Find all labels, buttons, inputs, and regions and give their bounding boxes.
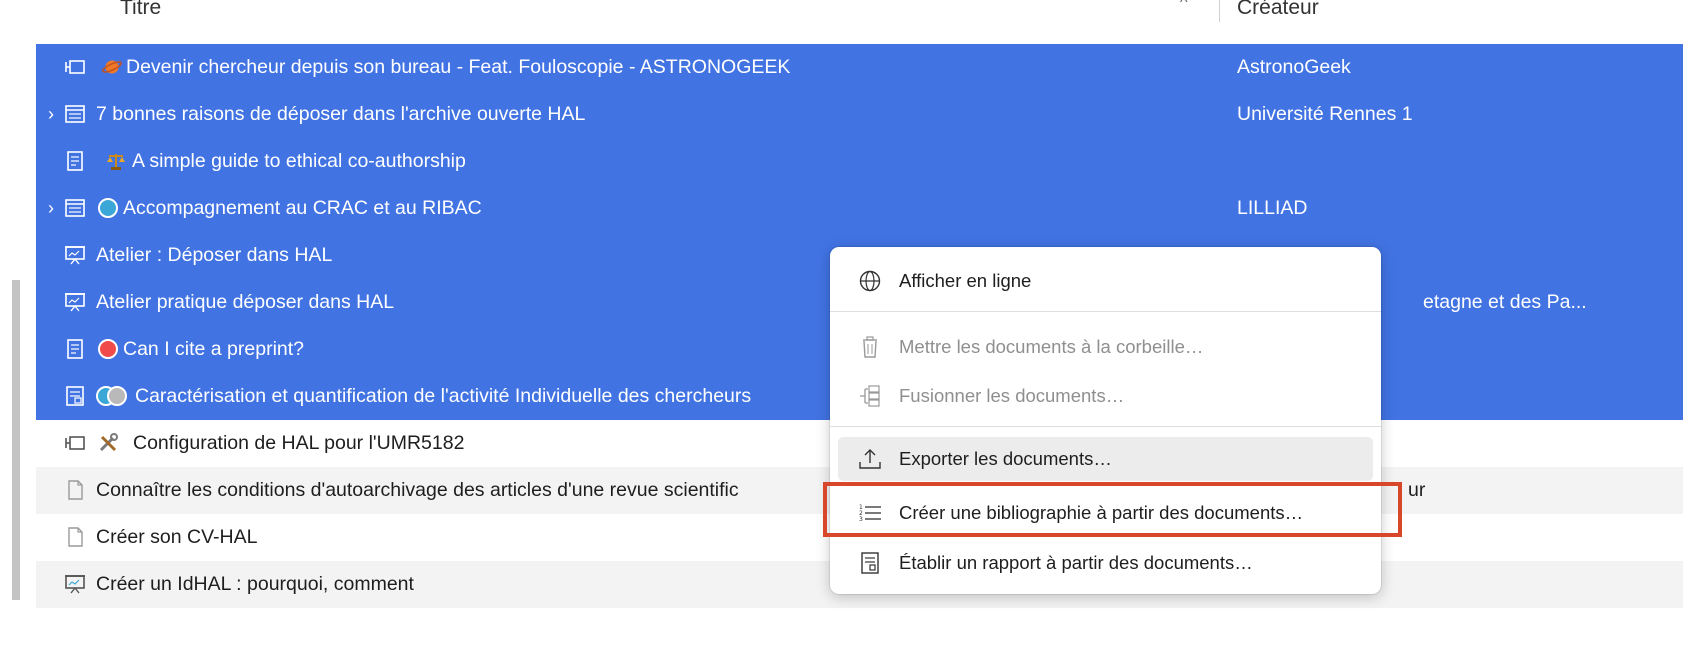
menu-item-move-to-trash[interactable]: Mettre les documents à la corbeille… bbox=[838, 325, 1373, 369]
export-icon bbox=[859, 449, 881, 469]
merge-icon bbox=[860, 385, 880, 407]
menu-item-label: Fusionner les documents… bbox=[899, 385, 1125, 406]
row-title: Configuration de HAL pour l'UMR5182 bbox=[133, 432, 465, 454]
blank-page-icon bbox=[68, 480, 83, 500]
row-title: 7 bonnes raisons de déposer dans l'archi… bbox=[96, 103, 586, 125]
row-title: Caractérisation et quantification de l'a… bbox=[135, 385, 752, 407]
menu-divider bbox=[830, 426, 1381, 427]
menu-item-merge-items[interactable]: Fusionner les documents… bbox=[838, 374, 1373, 418]
menu-item-label: Mettre les documents à la corbeille… bbox=[899, 336, 1204, 357]
row-title: Atelier : Déposer dans HAL bbox=[96, 244, 333, 266]
expand-chevron-icon[interactable]: › bbox=[44, 185, 58, 232]
presentation-icon bbox=[65, 575, 85, 594]
row-creator: Université Rennes 1 bbox=[1237, 103, 1413, 125]
menu-item-generate-report[interactable]: Établir un rapport à partir des document… bbox=[838, 541, 1373, 585]
presentation-icon bbox=[65, 246, 85, 265]
report-icon bbox=[66, 386, 84, 406]
left-pane-scrollbar[interactable] bbox=[12, 0, 20, 656]
red-tag-dot bbox=[98, 339, 118, 359]
menu-divider bbox=[830, 311, 1381, 312]
blank-page-icon bbox=[68, 527, 83, 547]
document-icon bbox=[67, 151, 83, 171]
presentation-icon bbox=[65, 293, 85, 312]
scales-emoji bbox=[107, 154, 125, 170]
webpage-icon bbox=[65, 105, 85, 123]
scrollbar-thumb[interactable] bbox=[12, 280, 20, 600]
table-row[interactable]: › 7 bonnes raisons de déposer dans l'arc… bbox=[36, 91, 1683, 138]
expand-chevron-icon[interactable]: › bbox=[44, 91, 58, 138]
planet-emoji bbox=[102, 60, 122, 74]
row-creator: LILLIAD bbox=[1237, 197, 1308, 219]
document-icon bbox=[67, 339, 83, 359]
column-title[interactable]: Titre bbox=[120, 0, 161, 20]
menu-item-label: Établir un rapport à partir des document… bbox=[899, 552, 1253, 573]
context-menu: Afficher en ligne Mettre les documents à… bbox=[830, 247, 1381, 594]
table-row[interactable]: › Accompagnement au CRAC et au RIBAC LIL… bbox=[36, 185, 1683, 232]
column-separator[interactable] bbox=[1219, 0, 1220, 22]
row-title: Atelier pratique déposer dans HAL bbox=[96, 291, 395, 313]
table-row[interactable]: Devenir chercheur depuis son bureau - Fe… bbox=[36, 44, 1683, 91]
menu-item-label: Afficher en ligne bbox=[899, 270, 1032, 291]
grey-tag-dot bbox=[107, 386, 127, 406]
annotation-highlight-box bbox=[823, 482, 1402, 537]
trash-icon bbox=[863, 336, 877, 358]
menu-item-export-items[interactable]: Exporter les documents… bbox=[838, 437, 1373, 481]
row-title: Créer un IdHAL : pourquoi, comment bbox=[96, 573, 414, 595]
video-icon bbox=[65, 436, 85, 450]
tools-emoji bbox=[99, 433, 118, 452]
row-creator: AstronoGeek bbox=[1237, 56, 1351, 78]
row-creator: etagne et des Pa... bbox=[1423, 291, 1587, 313]
row-title: Can I cite a preprint? bbox=[123, 338, 305, 360]
row-title: Connaître les conditions d'autoarchivage… bbox=[96, 479, 739, 501]
globe-icon bbox=[859, 270, 881, 292]
row-creator: ur bbox=[1408, 479, 1426, 501]
report-icon bbox=[861, 552, 879, 574]
blue-tag-dot bbox=[98, 198, 118, 218]
column-header: Titre ^ Créateur bbox=[36, 0, 1683, 28]
sort-ascending-icon: ^ bbox=[1180, 0, 1188, 11]
row-title: Créer son CV-HAL bbox=[96, 526, 258, 548]
menu-item-label: Exporter les documents… bbox=[899, 448, 1112, 469]
table-row[interactable]: A simple guide to ethical co-authorship bbox=[36, 138, 1683, 185]
row-title: Accompagnement au CRAC et au RIBAC bbox=[123, 197, 482, 219]
menu-item-view-online[interactable]: Afficher en ligne bbox=[838, 259, 1373, 303]
column-creator[interactable]: Créateur bbox=[1237, 0, 1319, 20]
row-title: A simple guide to ethical co-authorship bbox=[132, 150, 466, 172]
row-title: Devenir chercheur depuis son bureau - Fe… bbox=[126, 56, 791, 78]
webpage-icon bbox=[65, 199, 85, 217]
video-icon bbox=[65, 60, 85, 74]
